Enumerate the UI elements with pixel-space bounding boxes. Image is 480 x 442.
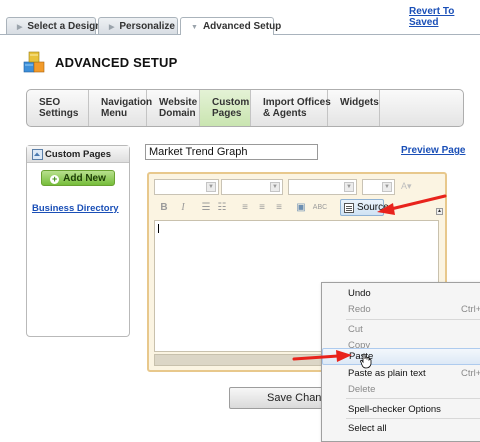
chevron-down-icon: ▼ — [382, 182, 392, 192]
align-left-icon[interactable]: ≡ — [237, 199, 253, 216]
menu-item-spell-checker-options[interactable]: Spell-checker Options — [322, 401, 480, 418]
align-right-icon[interactable]: ≡ — [271, 199, 287, 216]
tab-select-a-design[interactable]: ▶ Select a Design — [6, 17, 101, 34]
image-icon[interactable]: ▣ — [293, 199, 309, 216]
bulleted-list-icon[interactable]: ☷ — [214, 199, 230, 216]
advanced-nav-bar: SEO Settings Navigation Menu Website Dom… — [26, 89, 464, 127]
menu-item-redo[interactable]: RedoCtrl+S — [322, 301, 480, 318]
menu-item-undo[interactable]: Undo — [322, 285, 480, 302]
annotation-arrow-icon — [377, 194, 447, 215]
nav-item-seo-settings[interactable]: SEO Settings — [27, 90, 89, 126]
chevron-down-icon: ▼ — [270, 182, 280, 192]
italic-icon[interactable]: I — [175, 199, 191, 216]
nav-item-custom-pages[interactable]: Custom Pages — [200, 90, 251, 126]
bold-icon[interactable]: B — [156, 199, 172, 216]
font-combo[interactable]: ▼ — [288, 179, 357, 195]
pages-icon — [32, 149, 43, 160]
mouse-pointer-icon — [360, 353, 372, 369]
text-color-icon[interactable]: A▾ — [401, 181, 412, 192]
menu-item-select-all[interactable]: Select all — [322, 420, 480, 437]
menu-separator — [346, 418, 480, 419]
chevron-down-icon: ▼ — [344, 182, 354, 192]
nav-item-import-offices-agents[interactable]: Import Offices & Agents — [251, 90, 331, 126]
nav-item-navigation-menu[interactable]: Navigation Menu — [89, 90, 152, 126]
menu-separator — [346, 398, 480, 399]
nav-item-widgets[interactable]: Widgets — [328, 90, 380, 126]
annotation-arrow-icon — [292, 350, 352, 362]
page-name-input[interactable] — [145, 144, 318, 160]
sidebar-item-business-directory[interactable]: Business Directory — [32, 203, 119, 214]
custom-pages-panel-header: Custom Pages — [27, 146, 129, 163]
numbered-list-icon[interactable]: ☰ — [198, 199, 214, 216]
preview-page-link[interactable]: Preview Page — [401, 145, 465, 156]
menu-separator — [346, 319, 480, 320]
chevron-down-icon: ▼ — [206, 182, 216, 192]
menu-item-delete[interactable]: Delete — [322, 381, 480, 398]
menu-item-paste-plain-text[interactable]: Paste as plain textCtrl+S — [322, 365, 480, 382]
add-new-button[interactable]: + Add New — [41, 170, 115, 186]
page-title: ADVANCED SETUP — [55, 55, 178, 70]
tab-advanced-setup[interactable]: ▼ Advanced Setup — [180, 17, 281, 35]
text-caret — [158, 224, 159, 233]
menu-item-cut[interactable]: Cut — [322, 321, 480, 338]
tab-arrow-down-icon: ▼ — [191, 24, 198, 31]
style-combo[interactable]: ▼ — [154, 179, 219, 195]
setup-tab-bar: ▶ Select a Design ▶ Personalize ▼ Advanced … — [0, 17, 480, 35]
source-icon — [344, 203, 354, 213]
nav-item-website-domain[interactable]: Website Domain — [147, 90, 200, 126]
cubes-logo-icon — [23, 51, 45, 73]
plus-icon: + — [50, 174, 60, 184]
tab-personalize[interactable]: ▶ Personalize — [98, 17, 178, 34]
align-center-icon[interactable]: ≡ — [254, 199, 270, 216]
tab-arrow-icon: ▶ — [109, 24, 115, 31]
tab-arrow-icon: ▶ — [17, 24, 23, 31]
save-changes-button[interactable]: Save Changes — [229, 387, 333, 409]
spellcheck-icon[interactable]: ABC — [312, 199, 328, 216]
format-combo[interactable]: ▼ — [221, 179, 283, 195]
custom-pages-panel: Custom Pages + Add New Business Directory — [26, 145, 130, 337]
